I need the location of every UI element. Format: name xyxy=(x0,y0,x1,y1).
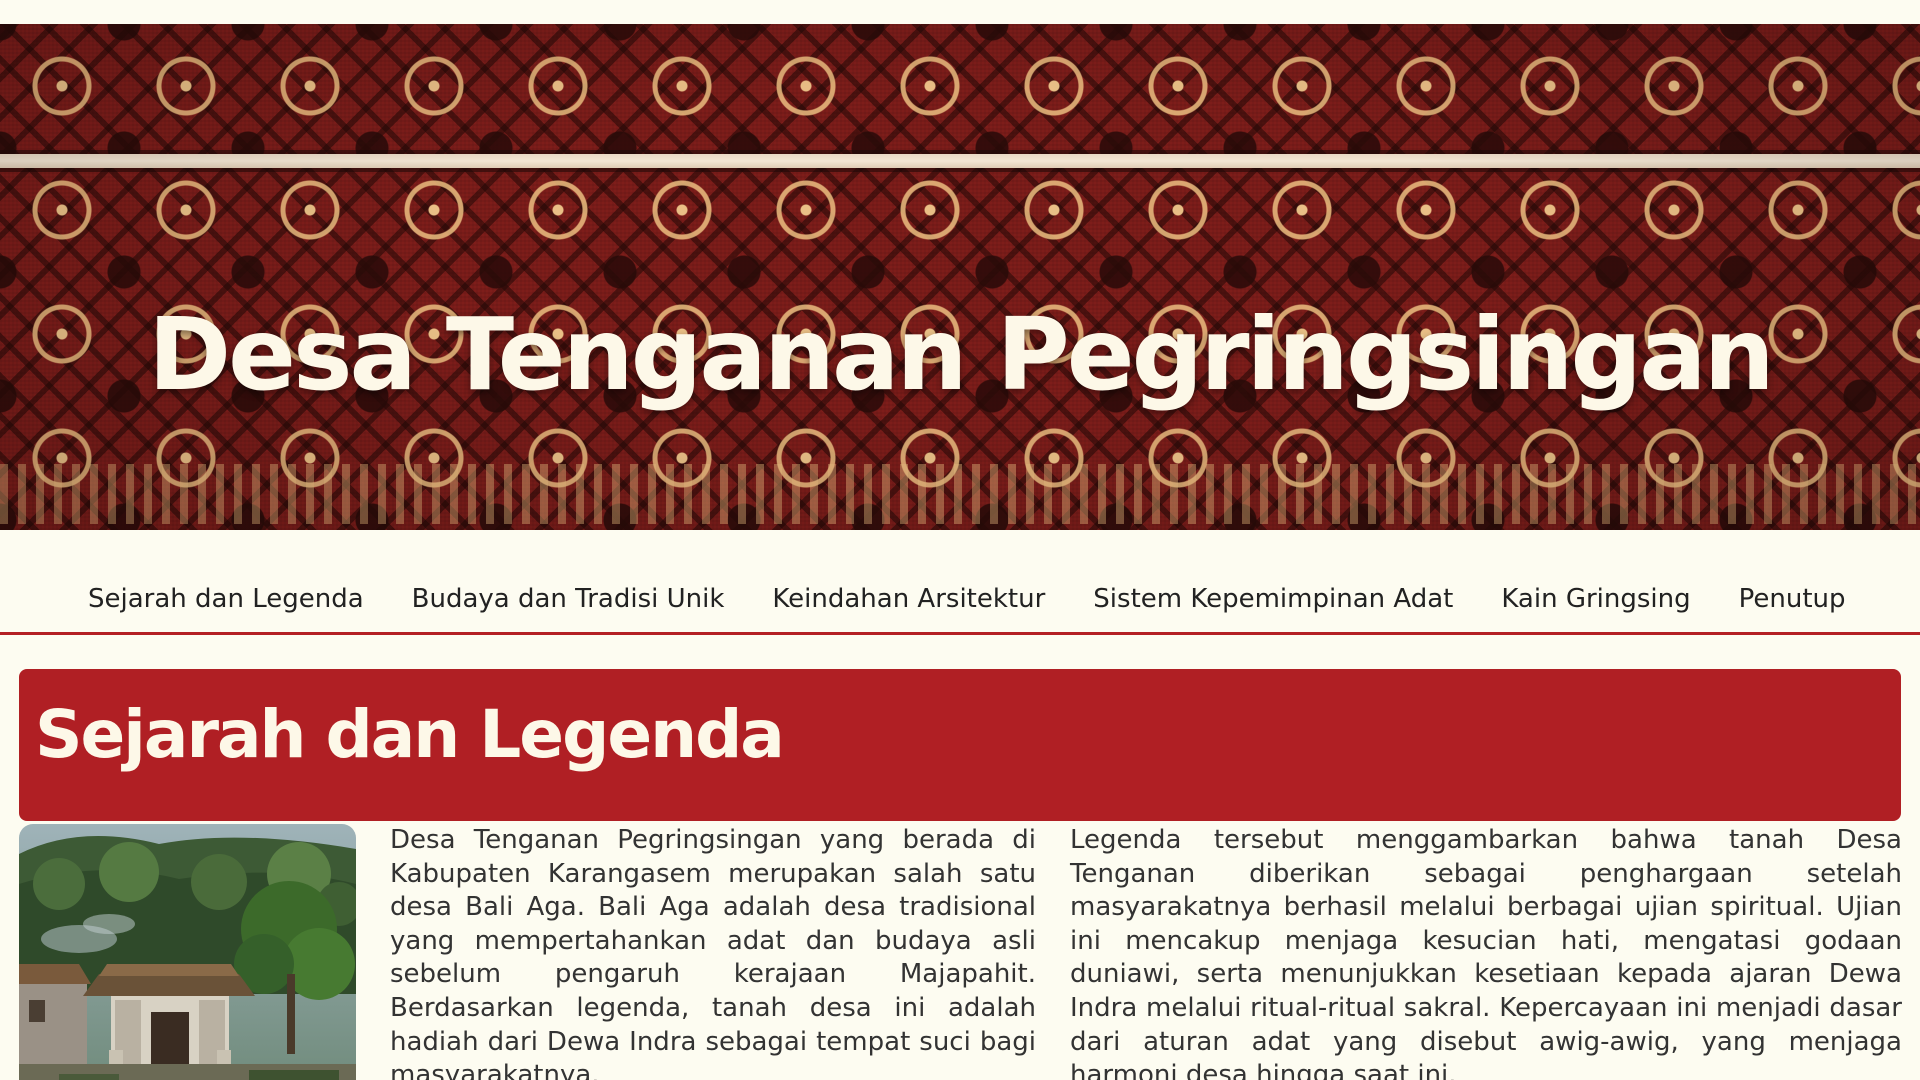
hero-banner: Desa Tenganan Pegringsingan xyxy=(0,24,1920,530)
village-gate-photo xyxy=(19,824,356,1080)
nav-item-sistem-kepemimpinan-adat[interactable]: Sistem Kepemimpinan Adat xyxy=(1069,584,1477,614)
hero-title: Desa Tenganan Pegringsingan xyxy=(148,296,1775,413)
main-nav: Sejarah dan Legenda Budaya dan Tradisi U… xyxy=(0,530,1920,635)
nav-item-kain-gringsing[interactable]: Kain Gringsing xyxy=(1477,584,1714,614)
section-title: Sejarah dan Legenda xyxy=(35,696,785,773)
hero-vignette xyxy=(0,24,1920,530)
nav-item-keindahan-arsitektur[interactable]: Keindahan Arsitektur xyxy=(748,584,1069,614)
page: Desa Tenganan Pegringsingan Sejarah dan … xyxy=(0,0,1920,1080)
nav-list: Sejarah dan Legenda Budaya dan Tradisi U… xyxy=(64,584,1856,614)
nav-item-budaya-dan-tradisi-unik[interactable]: Budaya dan Tradisi Unik xyxy=(388,584,749,614)
section-paragraph-1: Desa Tenganan Pegringsingan yang berada … xyxy=(390,825,1036,1080)
section-header: Sejarah dan Legenda xyxy=(19,669,1901,821)
nav-item-sejarah-dan-legenda[interactable]: Sejarah dan Legenda xyxy=(64,584,388,614)
section-paragraph-2: Legenda tersebut menggambarkan bahwa tan… xyxy=(1070,825,1902,1080)
nav-item-penutup[interactable]: Penutup xyxy=(1715,584,1870,614)
